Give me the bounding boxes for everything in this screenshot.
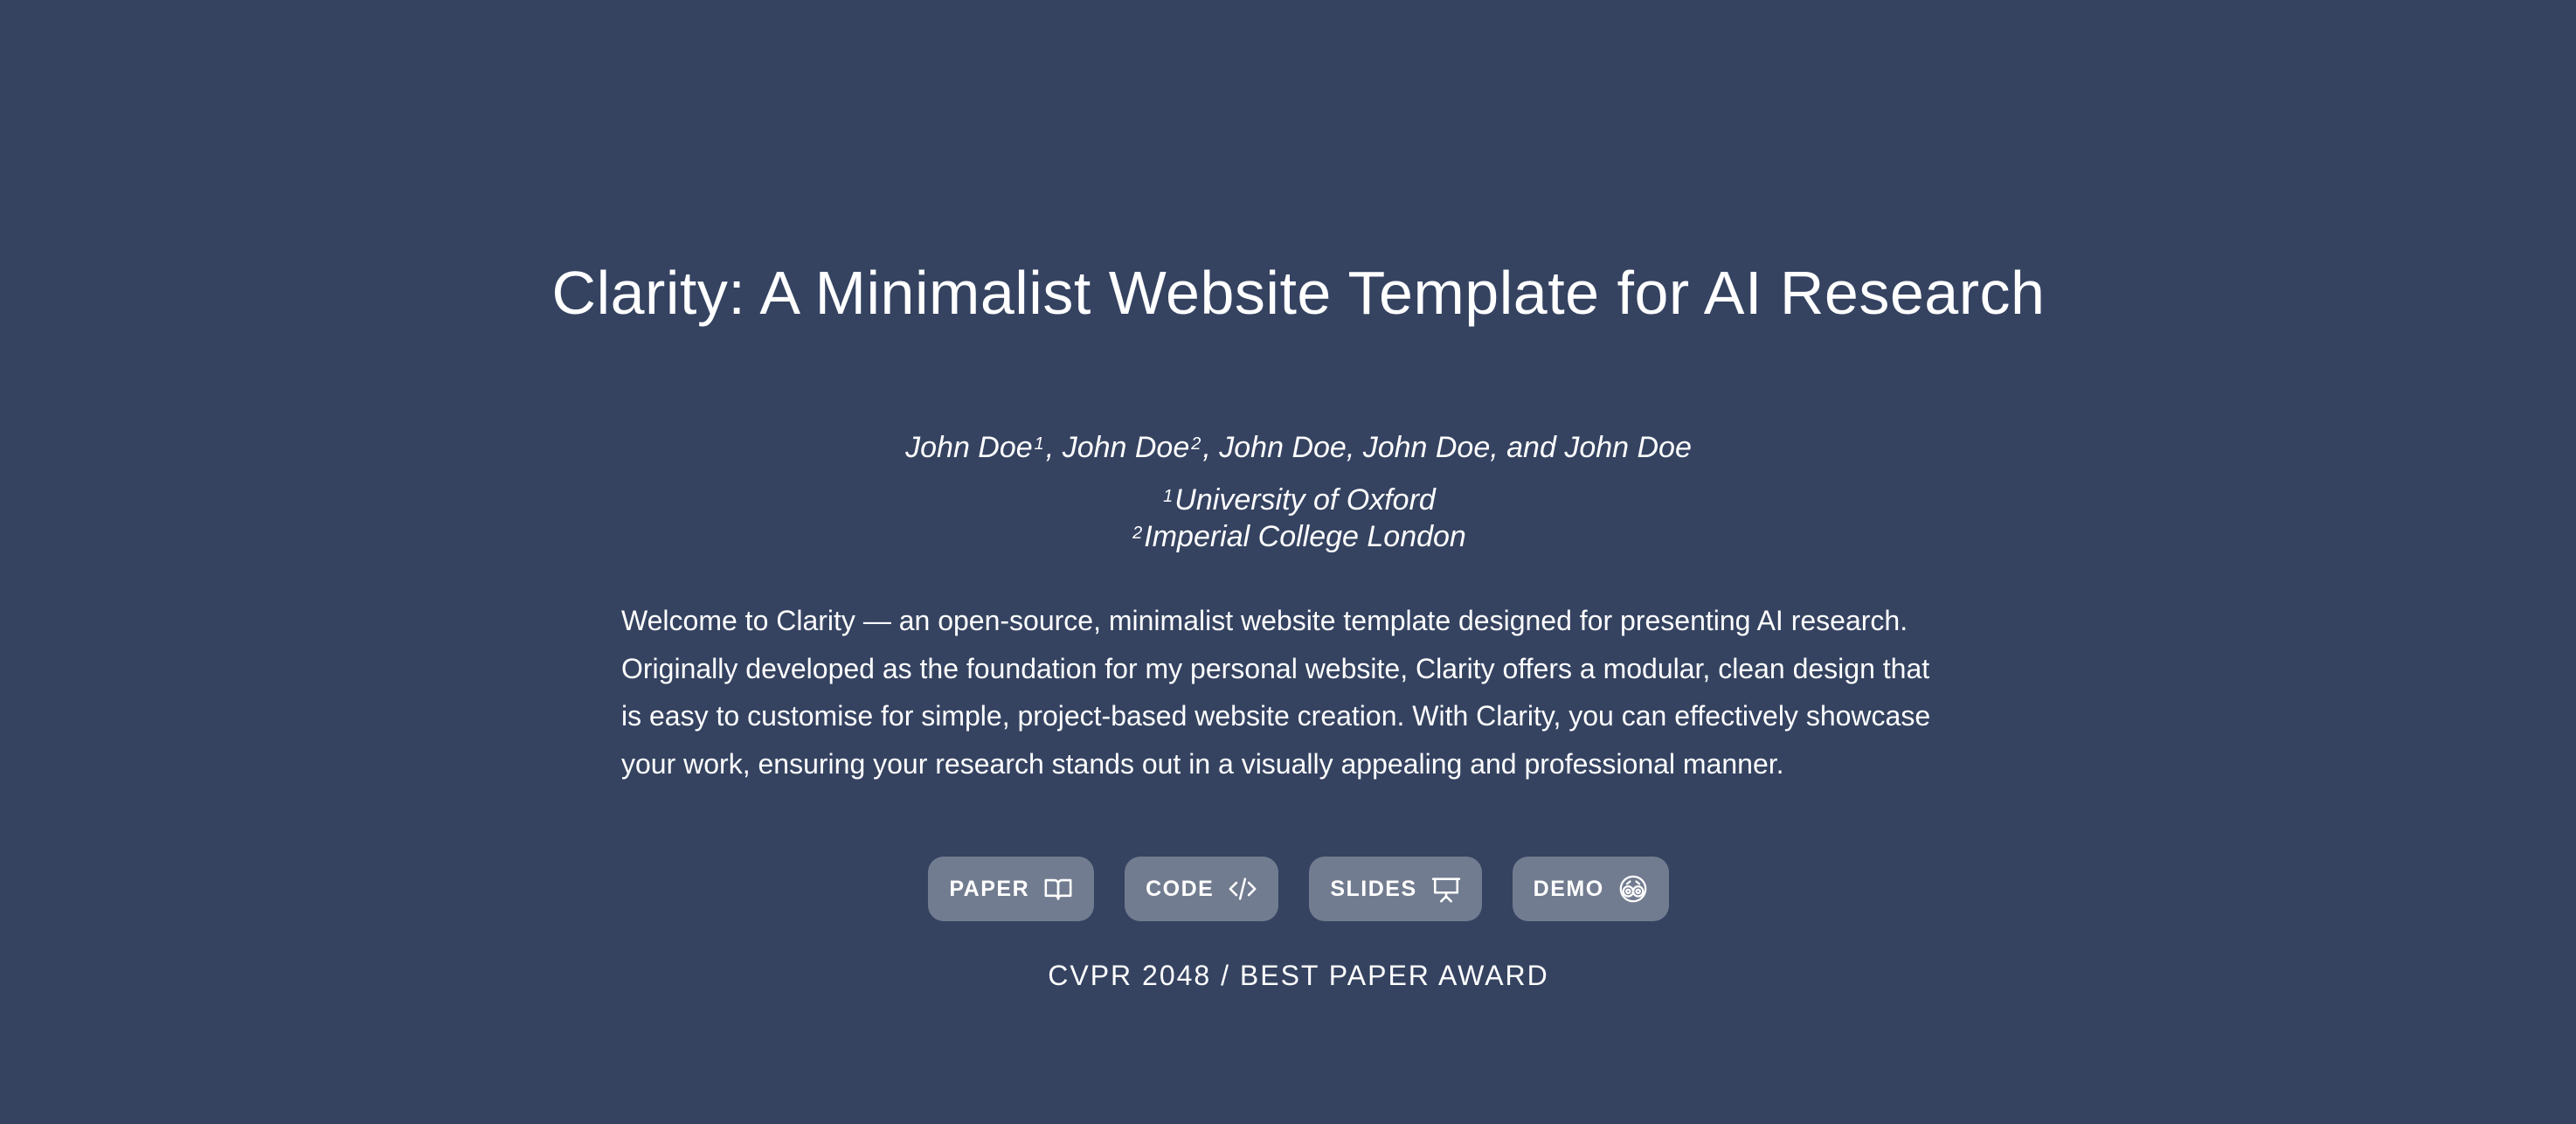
demo-button-label: DEMO — [1533, 876, 1604, 901]
slides-button[interactable]: SLIDES — [1309, 857, 1482, 921]
author-name: John Doe — [905, 431, 1033, 464]
abstract-text: Welcome to Clarity — an open-source, min… — [621, 605, 1931, 780]
demo-icon — [1618, 874, 1648, 904]
author-name: , John Doe — [1045, 431, 1190, 464]
affiliation-name: Imperial College London — [1144, 520, 1466, 553]
author-affiliation-mark: 2 — [1191, 434, 1201, 454]
demo-button[interactable]: DEMO — [1512, 857, 1669, 921]
code-icon — [1228, 874, 1257, 904]
page-title: Clarity: A Minimalist Website Template f… — [551, 259, 2046, 327]
paper-button-label: PAPER — [949, 876, 1030, 901]
affiliation-item: 2Imperial College London — [0, 518, 2576, 555]
author-affiliation-mark: 1 — [1034, 434, 1044, 454]
affiliation-name: University of Oxford — [1174, 483, 1436, 517]
slides-button-label: SLIDES — [1330, 876, 1417, 901]
presentation-icon — [1431, 874, 1461, 904]
affiliation-mark: 2 — [1132, 524, 1143, 543]
code-button-label: CODE — [1146, 876, 1215, 901]
affiliation-list: 1University of Oxford 2Imperial College … — [0, 482, 2576, 555]
author-names-rest: , John Doe, John Doe, and John Doe — [1202, 431, 1692, 464]
code-button[interactable]: CODE — [1125, 857, 1279, 921]
book-open-icon — [1043, 874, 1073, 904]
paper-button[interactable]: PAPER — [928, 857, 1095, 921]
link-buttons: PAPER CODE SLIDES DEMO — [0, 857, 2576, 921]
affiliation-mark: 1 — [1163, 487, 1174, 506]
affiliation-item: 1University of Oxford — [0, 482, 2576, 518]
venue-award: CVPR 2048 / BEST PAPER AWARD — [1048, 960, 1549, 991]
project-page: Clarity: A Minimalist Website Template f… — [0, 0, 2576, 1124]
author-list: John Doe 1, John Doe 2, John Doe, John Doe… — [0, 428, 2576, 467]
